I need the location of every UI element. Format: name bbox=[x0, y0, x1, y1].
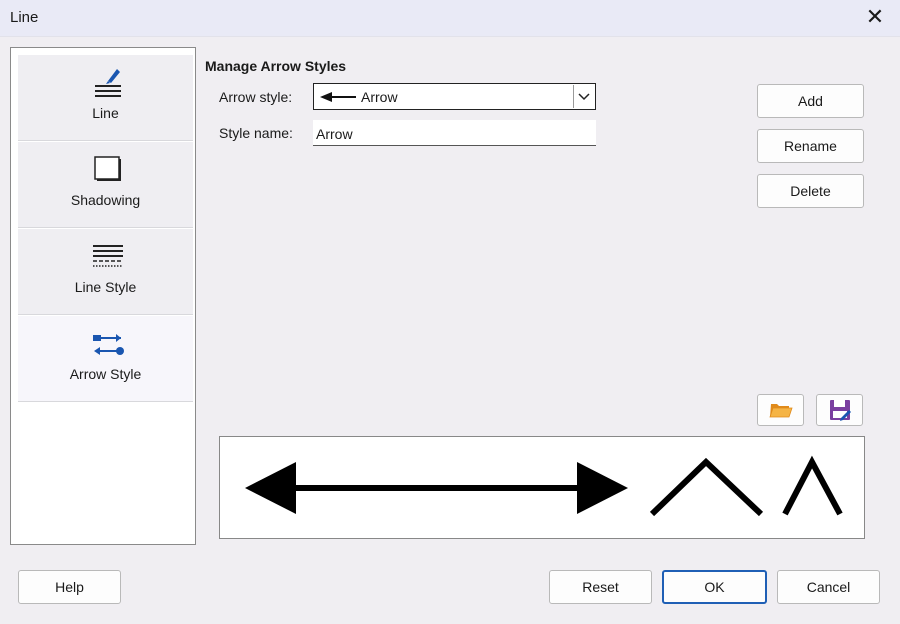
sidebar-item-arrow-style[interactable]: Arrow Style bbox=[18, 316, 193, 402]
ok-button[interactable]: OK bbox=[662, 570, 767, 604]
shadow-square-icon bbox=[94, 156, 121, 181]
sidebar-item-label: Arrow Style bbox=[69, 366, 142, 382]
rename-button[interactable]: Rename bbox=[757, 129, 864, 163]
add-button[interactable]: Add bbox=[757, 84, 864, 118]
arrow-style-value: Arrow bbox=[361, 89, 398, 105]
load-arrow-styles-button[interactable] bbox=[757, 394, 804, 426]
sidebar-item-line-style[interactable]: Line Style bbox=[18, 229, 193, 315]
reset-button[interactable]: Reset bbox=[549, 570, 652, 604]
arrow-style-select[interactable]: Arrow bbox=[313, 83, 596, 110]
line-style-icon bbox=[93, 245, 123, 267]
arrow-style-label: Arrow style: bbox=[219, 89, 293, 105]
sidebar-item-label: Line Style bbox=[74, 279, 137, 295]
title-bar: Line ✕ bbox=[0, 0, 900, 37]
open-folder-icon bbox=[769, 404, 793, 418]
section-heading: Manage Arrow Styles bbox=[205, 58, 347, 74]
arrow-preview-glyph bbox=[320, 92, 356, 102]
window-title: Line bbox=[10, 9, 39, 26]
sidebar-item-shadowing[interactable]: Shadowing bbox=[18, 142, 193, 228]
save-icon bbox=[830, 400, 851, 421]
sidebar: Line Shadowing Line Style Arrow Style bbox=[10, 47, 196, 545]
dropdown-button[interactable] bbox=[573, 85, 594, 108]
style-name-label: Style name: bbox=[219, 125, 293, 141]
sidebar-item-label: Shadowing bbox=[70, 192, 141, 208]
style-name-input[interactable] bbox=[313, 120, 596, 146]
sidebar-item-label: Line bbox=[92, 105, 119, 121]
arrow-preview bbox=[219, 436, 865, 539]
chevron-down-icon bbox=[578, 93, 590, 101]
delete-button[interactable]: Delete bbox=[757, 174, 864, 208]
close-icon[interactable]: ✕ bbox=[862, 4, 888, 30]
save-arrow-styles-button[interactable] bbox=[816, 394, 863, 426]
sidebar-item-line[interactable]: Line bbox=[18, 55, 193, 141]
arrow-preview-drawing bbox=[245, 455, 843, 517]
arrow-style-icon bbox=[93, 334, 124, 355]
help-button[interactable]: Help bbox=[18, 570, 121, 604]
line-pen-icon bbox=[95, 69, 121, 97]
cancel-button[interactable]: Cancel bbox=[777, 570, 880, 604]
